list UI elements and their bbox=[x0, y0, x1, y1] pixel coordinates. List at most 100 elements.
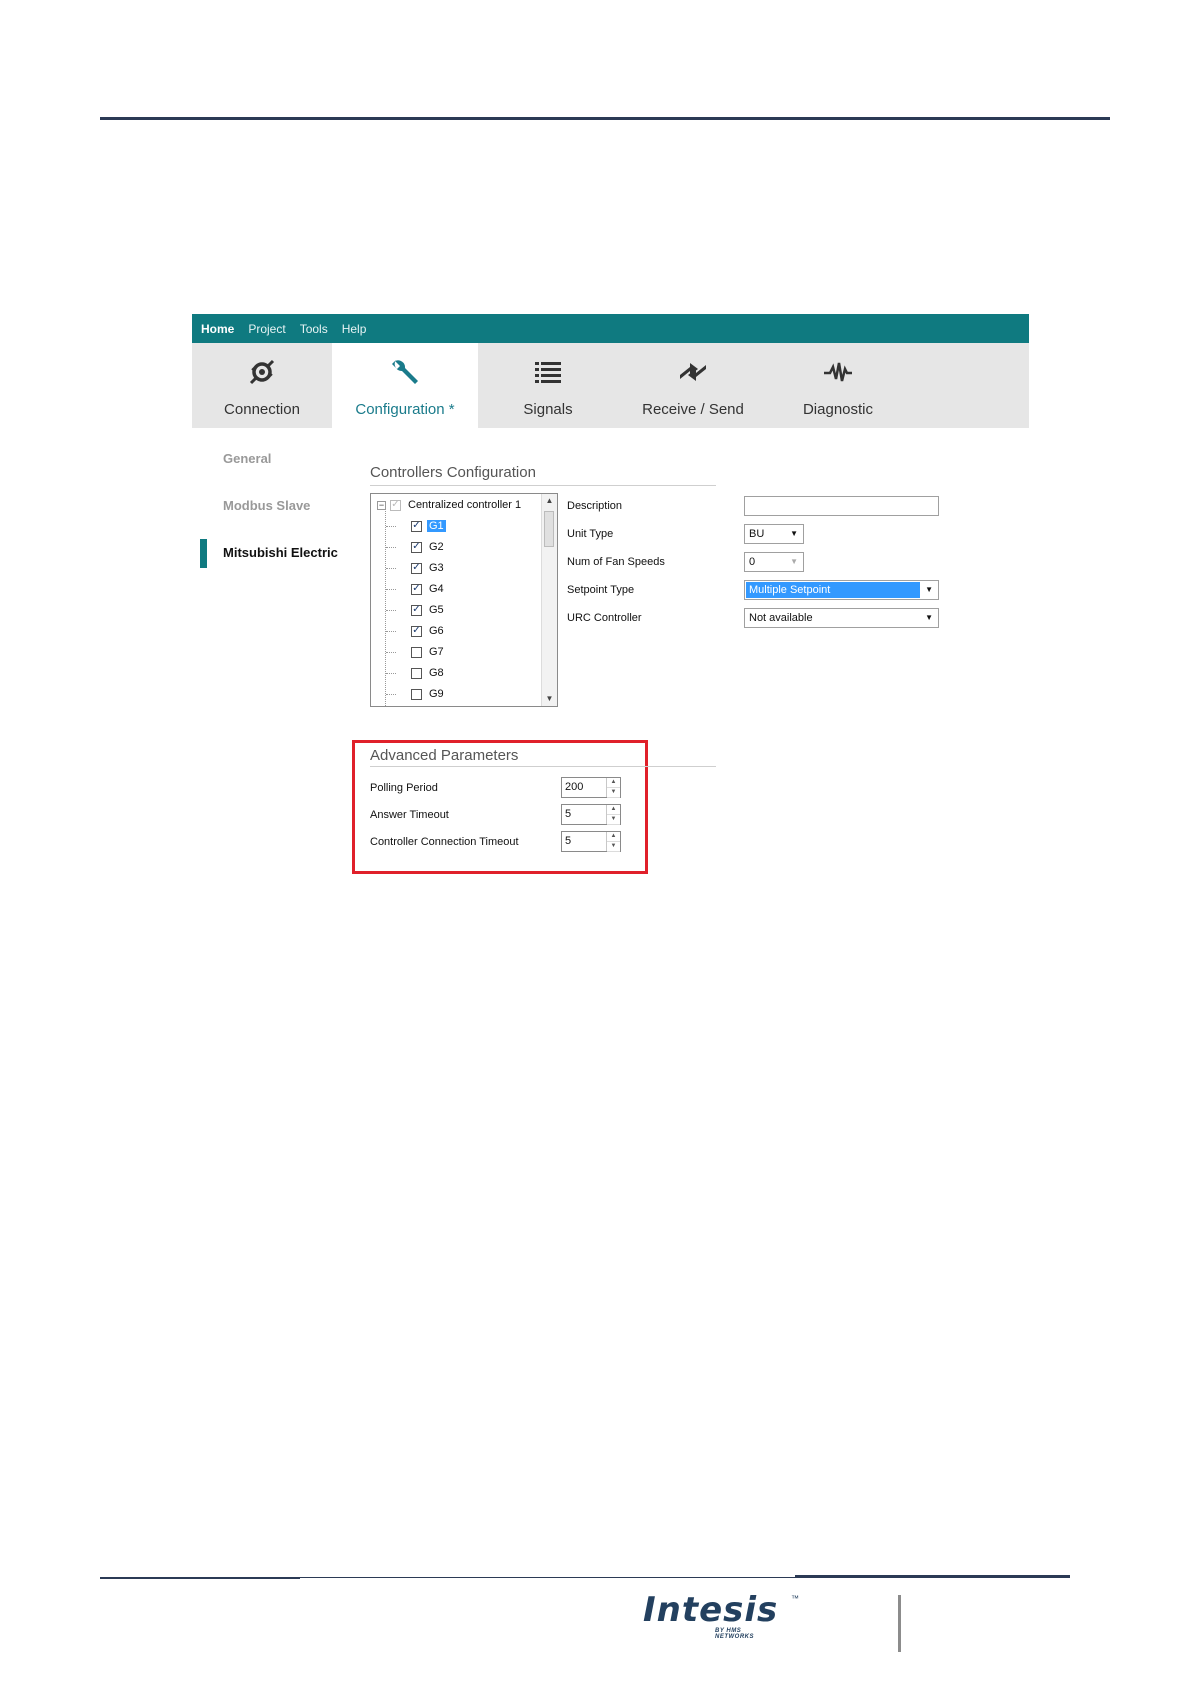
fan-speeds-value: 0 bbox=[749, 556, 756, 568]
tree-scrollbar[interactable]: ▲ ▼ bbox=[541, 494, 557, 706]
increment-icon[interactable]: ▲ bbox=[607, 832, 620, 842]
urc-controller-label: URC Controller bbox=[567, 612, 642, 624]
menu-bar: Home Project Tools Help bbox=[192, 314, 1029, 343]
tab-diagnostic-label: Diagnostic bbox=[802, 401, 874, 418]
group-label: G8 bbox=[429, 667, 444, 679]
list-icon bbox=[535, 362, 561, 383]
tree-branch bbox=[386, 631, 396, 632]
group-label: G9 bbox=[429, 688, 444, 700]
urc-controller-select[interactable]: Not available ▼ bbox=[744, 608, 939, 628]
footer-rule-thin bbox=[300, 1577, 1070, 1578]
pulse-icon bbox=[824, 362, 852, 382]
group-label: G4 bbox=[429, 583, 444, 595]
tree-branch bbox=[386, 673, 396, 674]
advanced-parameters-divider bbox=[370, 766, 716, 767]
decrement-icon[interactable]: ▼ bbox=[607, 788, 620, 798]
polling-period-stepper[interactable]: 200 ▲ ▼ bbox=[561, 777, 621, 798]
tree-branch bbox=[386, 652, 396, 653]
group-checkbox[interactable]: ✓ bbox=[411, 541, 422, 553]
group-checkbox[interactable] bbox=[411, 688, 422, 700]
tab-receive-send[interactable]: Receive / Send bbox=[618, 343, 768, 428]
group-label: G2 bbox=[429, 541, 444, 553]
menu-project[interactable]: Project bbox=[248, 322, 285, 336]
group-label: G7 bbox=[429, 646, 444, 658]
advanced-parameters-title: Advanced Parameters bbox=[370, 747, 519, 764]
menu-home[interactable]: Home bbox=[201, 322, 234, 336]
sidebar-item-mitsubishi-electric[interactable]: Mitsubishi Electric bbox=[223, 545, 338, 560]
group-checkbox[interactable] bbox=[411, 646, 422, 658]
urc-controller-value: Not available bbox=[749, 612, 813, 624]
answer-timeout-value: 5 bbox=[565, 808, 572, 820]
intesis-logo: Intesis ™ BY HMS NETWORKS bbox=[643, 1590, 799, 1640]
tree-branch bbox=[386, 694, 396, 695]
tree-branch bbox=[386, 526, 396, 527]
tree-group-g8[interactable]: G8 bbox=[411, 663, 446, 683]
tab-connection[interactable]: Connection bbox=[192, 343, 332, 428]
logo-wordmark: Intesis bbox=[643, 1590, 779, 1630]
menu-tools[interactable]: Tools bbox=[300, 322, 328, 336]
tab-connection-label: Connection bbox=[224, 401, 300, 418]
tab-signals[interactable]: Signals bbox=[478, 343, 618, 428]
setpoint-type-select[interactable]: Multiple Setpoint ▼ bbox=[744, 580, 939, 600]
sidebar-item-modbus-slave[interactable]: Modbus Slave bbox=[223, 498, 310, 513]
increment-icon[interactable]: ▲ bbox=[607, 778, 620, 788]
group-checkbox[interactable]: ✓ bbox=[411, 583, 422, 595]
tab-diagnostic[interactable]: Diagnostic bbox=[768, 343, 908, 428]
group-label: G6 bbox=[429, 625, 444, 637]
unit-type-select[interactable]: BU ▼ bbox=[744, 524, 804, 544]
group-checkbox[interactable] bbox=[411, 667, 422, 679]
wrench-icon bbox=[392, 360, 418, 384]
fan-speeds-label: Num of Fan Speeds bbox=[567, 556, 665, 568]
fan-speeds-select[interactable]: 0 ▼ bbox=[744, 552, 804, 572]
group-checkbox[interactable]: ✓ bbox=[411, 625, 422, 637]
sidebar-item-general[interactable]: General bbox=[223, 451, 271, 466]
polling-period-label: Polling Period bbox=[370, 782, 438, 794]
connection-timeout-stepper[interactable]: 5 ▲ ▼ bbox=[561, 831, 621, 852]
transfer-arrows-icon bbox=[680, 363, 706, 381]
header-rule bbox=[100, 117, 1110, 120]
tree-group-g2[interactable]: ✓ G2 bbox=[411, 537, 446, 557]
menu-help[interactable]: Help bbox=[342, 322, 367, 336]
tree-group-g6[interactable]: ✓ G6 bbox=[411, 621, 446, 641]
collapse-icon[interactable]: − bbox=[377, 500, 386, 510]
unit-type-value: BU bbox=[749, 528, 765, 540]
tab-receive-send-label: Receive / Send bbox=[642, 401, 744, 418]
tab-signals-label: Signals bbox=[523, 401, 573, 418]
plug-icon bbox=[249, 359, 275, 385]
scroll-up-icon[interactable]: ▲ bbox=[542, 494, 557, 508]
answer-timeout-stepper[interactable]: 5 ▲ ▼ bbox=[561, 804, 621, 825]
footer-rule-right bbox=[795, 1575, 1070, 1577]
tree-group-g5[interactable]: ✓ G5 bbox=[411, 600, 446, 620]
tree-root[interactable]: − ✓ Centralized controller 1 bbox=[377, 495, 523, 515]
tree-root-label: Centralized controller 1 bbox=[408, 499, 522, 511]
group-checkbox[interactable]: ✓ bbox=[411, 604, 422, 616]
group-label: G1 bbox=[427, 520, 446, 532]
scroll-down-icon[interactable]: ▼ bbox=[542, 692, 557, 706]
group-checkbox[interactable]: ✓ bbox=[411, 562, 422, 574]
ribbon: Connection Configuration * Signals Recei… bbox=[192, 343, 1029, 428]
tree-group-g4[interactable]: ✓ G4 bbox=[411, 579, 446, 599]
tree-group-g1[interactable]: ✓ G1 bbox=[411, 516, 446, 536]
controllers-tree[interactable]: − ✓ Centralized controller 1 ✓ G1 ✓ G2 ✓ G3 ✓ G… bbox=[370, 493, 558, 707]
scroll-thumb[interactable] bbox=[544, 511, 554, 547]
tree-group-g3[interactable]: ✓ G3 bbox=[411, 558, 446, 578]
tree-group-g10[interactable]: G10 bbox=[411, 705, 452, 706]
tree-branch bbox=[386, 589, 396, 590]
chevron-down-icon: ▼ bbox=[925, 585, 933, 594]
description-field[interactable] bbox=[744, 496, 939, 516]
root-checkbox[interactable]: ✓ bbox=[390, 499, 401, 511]
tree-group-g7[interactable]: G7 bbox=[411, 642, 446, 662]
tree-group-g9[interactable]: G9 bbox=[411, 684, 446, 704]
connection-timeout-label: Controller Connection Timeout bbox=[370, 836, 519, 848]
decrement-icon[interactable]: ▼ bbox=[607, 815, 620, 825]
tab-configuration-label: Configuration * bbox=[355, 401, 455, 418]
tab-configuration[interactable]: Configuration * bbox=[332, 343, 478, 428]
tree-connector bbox=[385, 508, 386, 706]
connection-timeout-value: 5 bbox=[565, 835, 572, 847]
setpoint-type-value: Multiple Setpoint bbox=[746, 582, 920, 598]
increment-icon[interactable]: ▲ bbox=[607, 805, 620, 815]
footer-divider-bar bbox=[898, 1595, 901, 1652]
group-checkbox[interactable]: ✓ bbox=[411, 520, 422, 532]
app-window: Home Project Tools Help Connection Confi… bbox=[192, 314, 1029, 884]
decrement-icon[interactable]: ▼ bbox=[607, 842, 620, 852]
